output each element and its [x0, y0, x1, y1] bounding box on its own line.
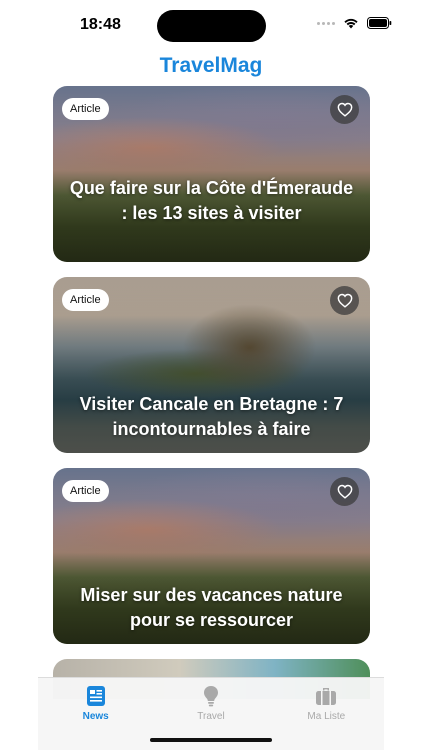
status-time: 18:48	[80, 16, 121, 33]
favorite-button[interactable]	[330, 95, 359, 124]
article-card[interactable]: Article Que faire sur la Côte d'Émeraude…	[53, 86, 370, 262]
lightbulb-icon	[203, 686, 218, 707]
tab-label: Travel	[197, 711, 225, 722]
article-feed[interactable]: Article Que faire sur la Côte d'Émeraude…	[53, 86, 370, 699]
status-icons	[317, 17, 392, 29]
article-title: Visiter Cancale en Bretagne : 7 incontou…	[79, 394, 344, 439]
article-title: Que faire sur la Côte d'Émeraude : les 1…	[69, 178, 354, 223]
tab-news[interactable]: News	[38, 678, 153, 750]
newspaper-icon	[86, 686, 105, 706]
article-title: Miser sur des vacances nature pour se re…	[80, 585, 343, 630]
status-bar: 18:48	[0, 0, 422, 50]
dynamic-island	[157, 10, 266, 42]
article-badge: Article	[62, 289, 109, 311]
tab-label: News	[82, 711, 109, 722]
article-card[interactable]: Article Visiter Cancale en Bretagne : 7 …	[53, 277, 370, 453]
battery-icon	[367, 17, 392, 29]
app-title: TravelMag	[159, 54, 263, 77]
favorite-button[interactable]	[330, 286, 359, 315]
tab-ma-liste[interactable]: Ma Liste	[269, 678, 384, 750]
tab-label: Ma Liste	[307, 711, 346, 722]
heart-icon	[337, 293, 352, 308]
article-card[interactable]: Article Miser sur des vacances nature po…	[53, 468, 370, 644]
heart-icon	[337, 484, 352, 499]
wifi-icon	[344, 18, 358, 29]
article-badge: Article	[62, 480, 109, 502]
heart-icon	[337, 102, 352, 117]
signal-icon	[317, 21, 335, 25]
home-indicator[interactable]	[150, 738, 272, 742]
suitcase-icon	[316, 688, 337, 705]
favorite-button[interactable]	[330, 477, 359, 506]
article-badge: Article	[62, 98, 109, 120]
